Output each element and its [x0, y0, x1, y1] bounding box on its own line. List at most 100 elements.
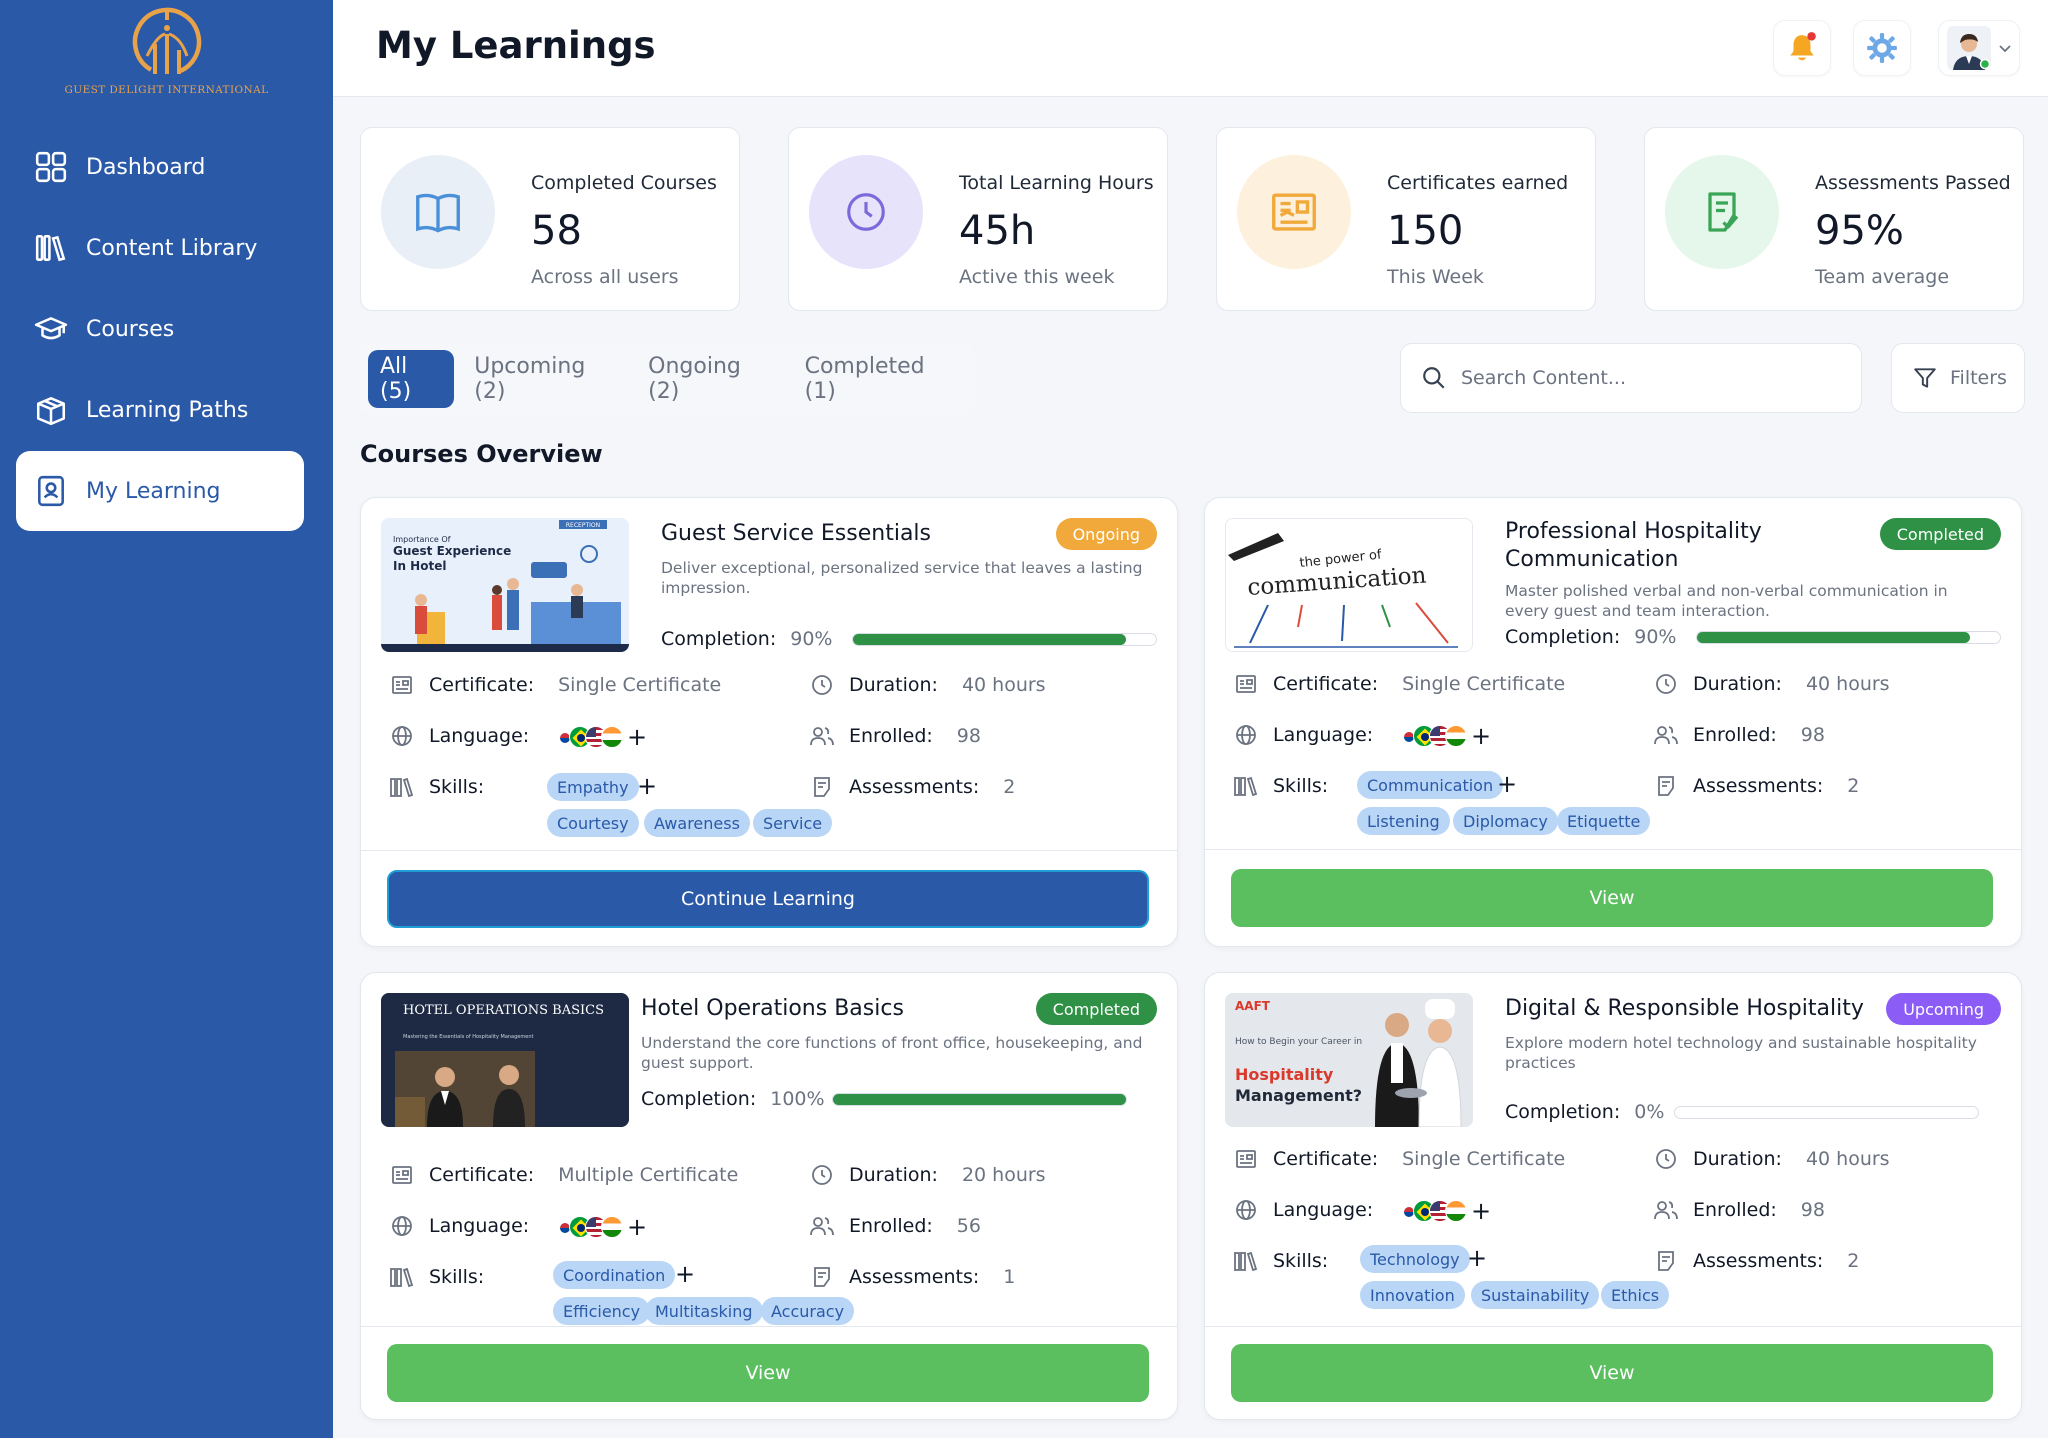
course-card: AAFT How to Begin your Career in Hospita… — [1204, 972, 2022, 1420]
certificate-icon — [1236, 1150, 1256, 1168]
skill-chip[interactable]: Accuracy — [761, 1297, 855, 1325]
completion-value: 90% — [790, 628, 833, 650]
library-icon — [390, 1267, 414, 1288]
progress-fill — [853, 633, 1126, 645]
sidebar-item-learning-paths[interactable]: Learning Paths — [16, 370, 304, 450]
brand-logo[interactable]: GUEST DELIGHT INTERNATIONAL — [0, 6, 333, 96]
view-button[interactable]: View — [1231, 1344, 1993, 1402]
main-content: My Learnings Completed Courses 58 Across… — [333, 0, 2048, 1438]
tab-ongoing[interactable]: Ongoing (2) — [636, 350, 784, 408]
completion-row: Completion: 90% — [661, 628, 1158, 650]
skill-chip[interactable]: Service — [753, 809, 833, 837]
users-icon — [810, 1217, 834, 1236]
user-menu-button[interactable] — [1938, 20, 2020, 76]
duration-value: 40 hours — [1805, 673, 1890, 695]
certificate-icon — [392, 676, 412, 694]
progress-bar — [1674, 1105, 1980, 1119]
logo-icon — [132, 7, 201, 77]
notifications-button[interactable] — [1773, 20, 1831, 76]
skill-chip[interactable]: Empathy — [547, 773, 639, 801]
enrolled-label: Enrolled: — [849, 725, 933, 747]
stat-icon-circle — [381, 155, 495, 269]
clipboard-icon — [814, 1267, 830, 1287]
add-icon: + — [1471, 722, 1492, 750]
sidebar-item-my-learning[interactable]: My Learning — [16, 451, 304, 531]
filters-button[interactable]: Filters — [1891, 343, 2025, 413]
globe-icon — [392, 726, 412, 746]
language-row: Language: — [389, 1213, 529, 1239]
thumb-line2: Guest Experience — [393, 544, 511, 558]
thumb-tag: RECEPTION — [566, 522, 600, 529]
progress-fill — [1697, 631, 1970, 643]
add-skill-icon[interactable]: + — [1497, 772, 1517, 796]
tab-all[interactable]: All (5) — [368, 350, 455, 408]
app-root: GUEST DELIGHT INTERNATIONAL Dashboard Co… — [0, 0, 2048, 1438]
add-skill-icon[interactable]: + — [675, 1262, 695, 1286]
settings-button[interactable] — [1853, 20, 1911, 76]
skills-label: Skills: — [429, 776, 485, 798]
language-flags[interactable]: + — [1397, 1199, 1491, 1223]
certificate-label: Certificate: — [429, 1164, 535, 1186]
duration-row: Duration: 20 hours — [809, 1162, 1046, 1188]
skill-chip[interactable]: Sustainability — [1471, 1281, 1600, 1309]
skill-chip[interactable]: Etiquette — [1557, 807, 1651, 835]
view-button[interactable]: View — [1231, 869, 1993, 927]
course-description: Deliver exceptional, personalized servic… — [661, 559, 1143, 597]
skill-chip[interactable]: Awareness — [644, 809, 750, 837]
skill-chip[interactable]: Multitasking — [645, 1297, 763, 1325]
duration-label: Duration: — [1693, 1148, 1782, 1170]
skill-chip[interactable]: Diplomacy — [1453, 807, 1558, 835]
library-icon — [1234, 776, 1258, 797]
course-title: Digital & Responsible Hospitality — [1505, 996, 1864, 1021]
add-skill-icon[interactable]: + — [637, 774, 657, 798]
skill-chip[interactable]: Communication — [1357, 771, 1504, 799]
continue-learning-button[interactable]: Continue Learning — [387, 870, 1149, 928]
certificate-row: Certificate: Single Certificate — [1233, 671, 1565, 697]
view-button[interactable]: View — [387, 1344, 1149, 1402]
skill-chip[interactable]: Courtesy — [547, 809, 639, 837]
search-input[interactable] — [1461, 367, 1821, 389]
tab-completed[interactable]: Completed (1) — [793, 350, 967, 408]
assessments-value: 2 — [1003, 776, 1016, 798]
add-skill-icon[interactable]: + — [1467, 1246, 1487, 1270]
graduation-cap-icon — [34, 317, 68, 340]
thumb-line1: Importance Of — [393, 535, 451, 544]
enrolled-row: Enrolled: 98 — [1653, 1197, 1825, 1223]
skill-chip[interactable]: Ethics — [1601, 1281, 1670, 1309]
enrolled-value: 98 — [956, 725, 981, 747]
sidebar-item-dashboard[interactable]: Dashboard — [16, 127, 304, 207]
assessments-row: Assessments: 2 — [1653, 1248, 1859, 1274]
avatar — [1947, 26, 1991, 70]
stat-card-certificates: Certificates earned 150 This Week — [1216, 127, 1596, 311]
course-card: the power of communication Professional … — [1204, 497, 2022, 947]
certificate-value: Single Certificate — [558, 674, 722, 696]
skill-chip[interactable]: Technology — [1360, 1245, 1470, 1273]
sidebar-item-courses[interactable]: Courses — [16, 289, 304, 369]
skill-chip[interactable]: Efficiency — [553, 1297, 651, 1325]
enrolled-row: Enrolled: 98 — [809, 723, 981, 749]
flag-india-icon — [601, 1216, 623, 1238]
stat-icon-circle — [1665, 155, 1779, 269]
skill-chip[interactable]: Listening — [1357, 807, 1450, 835]
course-illustration: RECEPTION Importance Of Guest Experience… — [381, 518, 629, 652]
course-title: Professional Hospitality Communication — [1505, 519, 1762, 572]
assessments-row: Assessments: 1 — [809, 1264, 1015, 1290]
course-card: HOTEL OPERATIONS BASICS Mastering the Es… — [360, 972, 1178, 1420]
sidebar-item-content-library[interactable]: Content Library — [16, 208, 304, 288]
tab-upcoming[interactable]: Upcoming (2) — [462, 350, 628, 408]
skills-label: Skills: — [429, 1266, 485, 1288]
language-flags[interactable]: + — [1397, 724, 1491, 748]
library-icon — [390, 777, 414, 798]
users-icon — [810, 727, 834, 746]
clock-icon — [1656, 674, 1676, 694]
enrolled-value: 98 — [1800, 724, 1825, 746]
certificate-icon — [1236, 675, 1256, 693]
language-flags[interactable]: + — [553, 725, 647, 749]
assessments-label: Assessments: — [1693, 775, 1824, 797]
skill-chip[interactable]: Innovation — [1360, 1281, 1465, 1309]
course-title: Guest Service Essentials — [661, 521, 932, 546]
skill-chip[interactable]: Coordination — [553, 1261, 676, 1289]
language-flags[interactable]: + — [553, 1215, 647, 1239]
skills-row: Skills: — [389, 1264, 484, 1290]
page-title: My Learnings — [376, 24, 656, 67]
